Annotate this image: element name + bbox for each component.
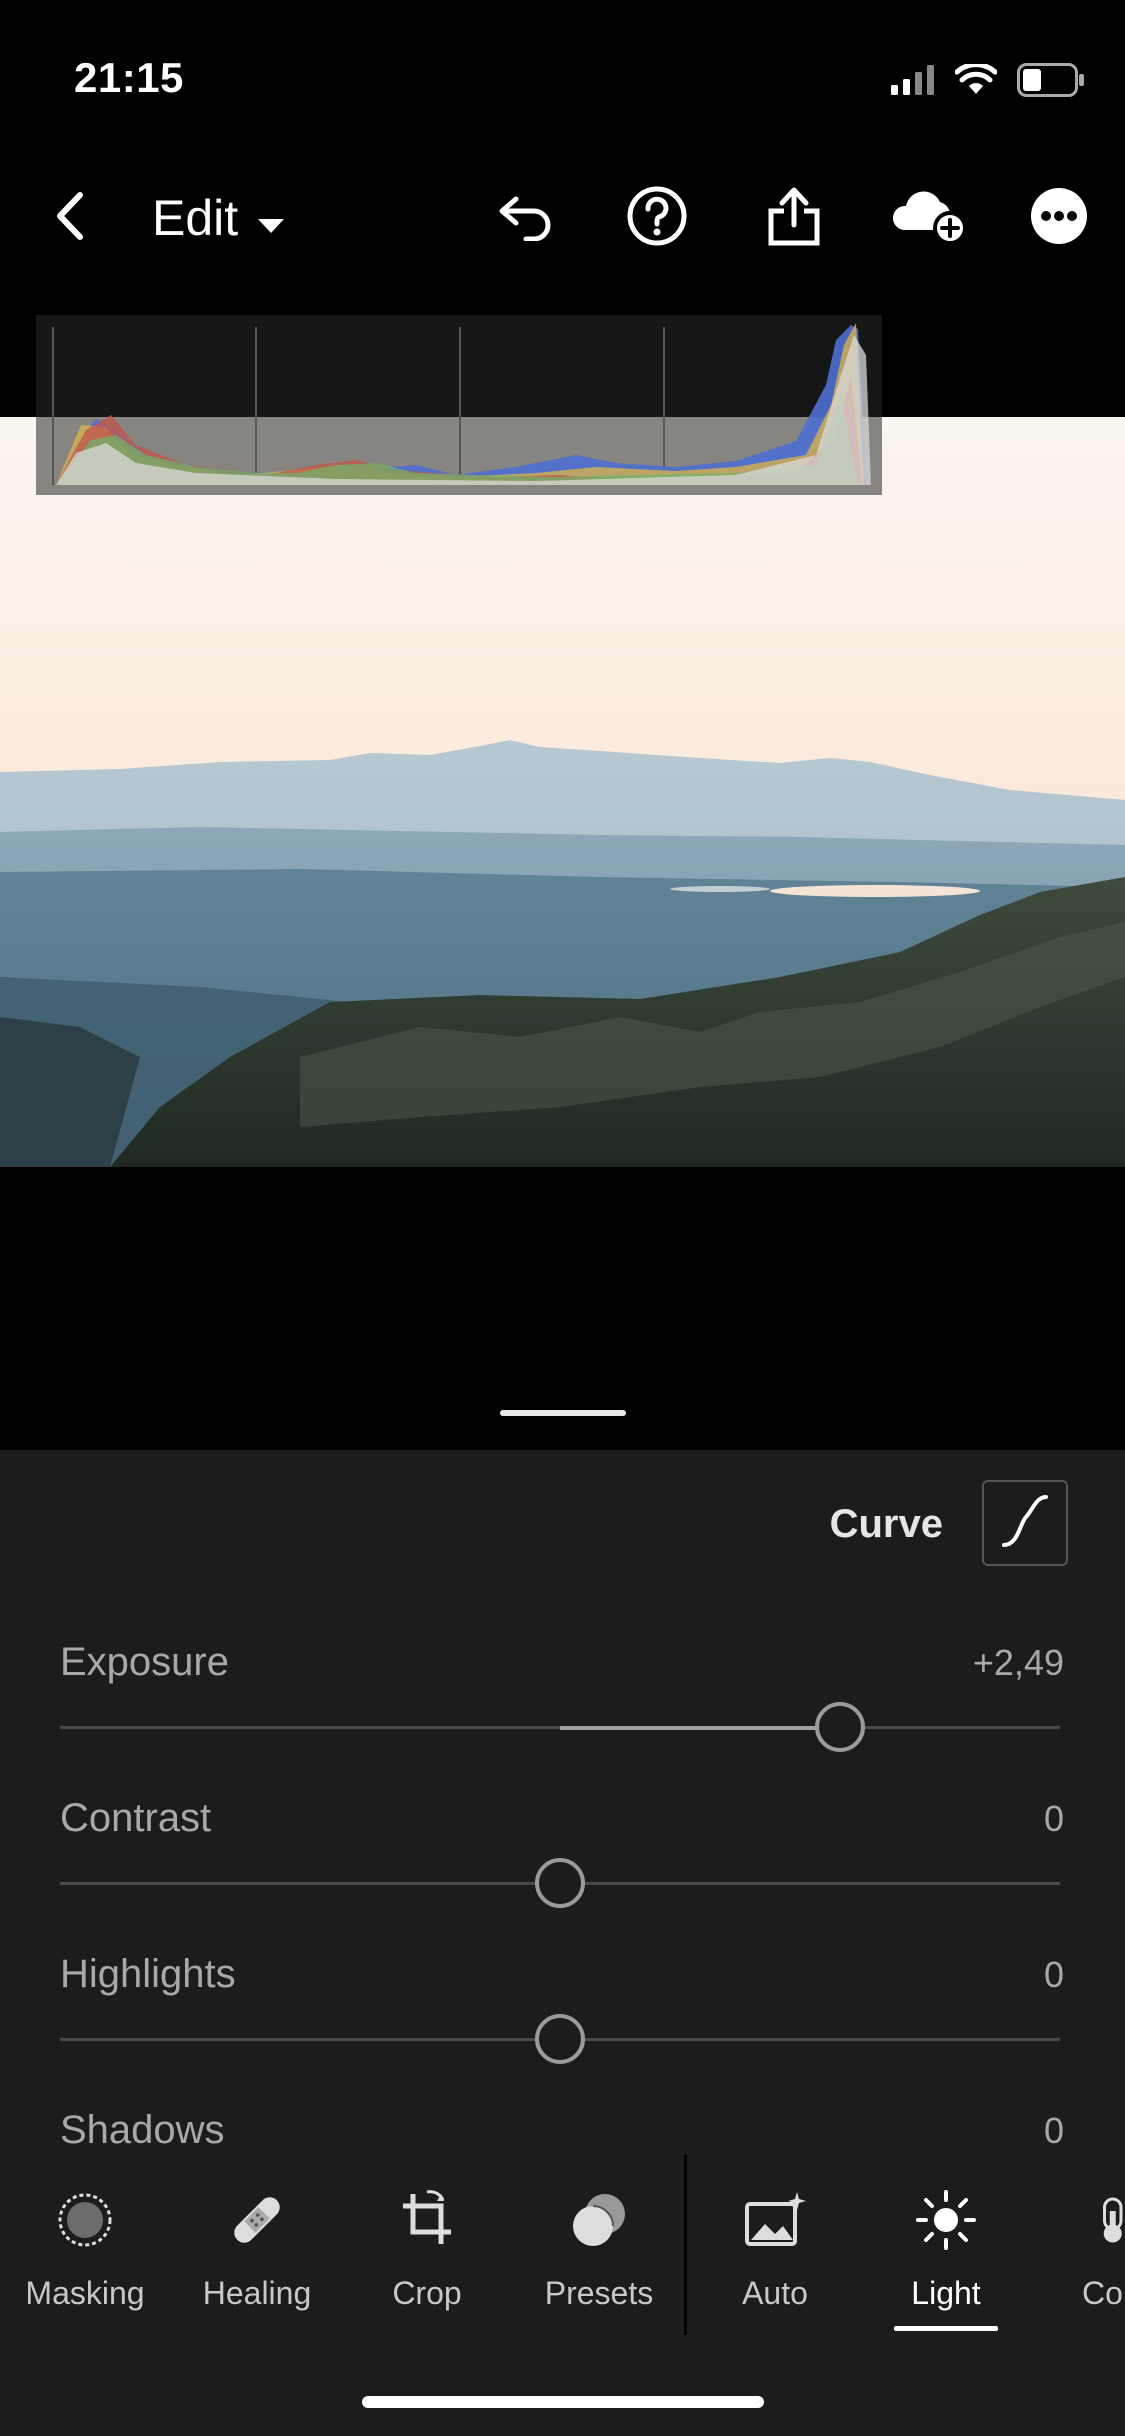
cellular-signal-icon: [891, 64, 935, 100]
slider-thumb[interactable]: [535, 2014, 585, 2064]
photo-canvas[interactable]: [0, 417, 1125, 1167]
slider-value[interactable]: 0: [1044, 2110, 1064, 2152]
undo-icon: [496, 191, 556, 246]
tool-label: Light: [911, 2275, 981, 2311]
wifi-icon: [954, 61, 998, 101]
chevron-left-icon: [52, 191, 88, 246]
crop-rotate-icon: [397, 2185, 457, 2255]
slider-thumb[interactable]: [535, 1858, 585, 1908]
slider-value[interactable]: +2,49: [973, 1642, 1064, 1684]
tool-label: Healing: [202, 2275, 312, 2311]
slider-label: Shadows: [60, 2108, 225, 2152]
auto-image-icon: [743, 2185, 807, 2255]
tool-light[interactable]: Light: [861, 2175, 1031, 2335]
status-icons: [891, 61, 1085, 102]
masking-icon: [55, 2185, 115, 2255]
tool-color[interactable]: Col: [1040, 2175, 1125, 2335]
help-icon: [626, 185, 688, 252]
histogram-graph: [52, 323, 871, 485]
landscape-photo: [0, 417, 1125, 1167]
presets-icon: [567, 2185, 631, 2255]
cloud-add-button[interactable]: [880, 170, 980, 266]
share-icon: [766, 185, 822, 252]
tool-label: Presets: [544, 2275, 654, 2311]
battery-icon: [1017, 62, 1085, 102]
slider-label: Highlights: [60, 1952, 236, 1996]
toolbar-divider: [684, 2155, 687, 2335]
tool-presets[interactable]: Presets: [514, 2175, 684, 2335]
status-time: 21:15: [74, 54, 184, 101]
edit-title: Edit: [152, 190, 239, 246]
tool-label: Masking: [25, 2275, 145, 2311]
more-button[interactable]: [1019, 170, 1099, 266]
slider-label: Contrast: [60, 1796, 212, 1840]
help-button[interactable]: [617, 170, 697, 266]
back-button[interactable]: [40, 170, 100, 266]
tool-healing[interactable]: Healing: [172, 2175, 342, 2335]
slider-thumb[interactable]: [815, 1702, 865, 1752]
histogram[interactable]: [36, 315, 882, 495]
panel-drag-handle[interactable]: [500, 1410, 626, 1416]
active-tool-indicator: [894, 2326, 998, 2331]
slider-label: Exposure: [60, 1640, 229, 1684]
tool-auto[interactable]: Auto: [690, 2175, 860, 2335]
top-bar: Edit: [0, 170, 1125, 266]
thermometer-icon: [1100, 2185, 1125, 2255]
caret-down-icon: [256, 189, 286, 247]
tone-curve-icon: [1000, 1493, 1050, 1554]
slider-value[interactable]: 0: [1044, 1798, 1064, 1840]
tool-masking[interactable]: Masking: [0, 2175, 170, 2335]
bandage-icon: [225, 2185, 289, 2255]
tool-crop[interactable]: Crop: [342, 2175, 512, 2335]
curve-label[interactable]: Curve: [830, 1502, 943, 1547]
tool-label: Col: [1082, 2275, 1125, 2311]
slider-value[interactable]: 0: [1044, 1954, 1064, 1996]
sun-icon: [914, 2185, 978, 2255]
tool-label: Auto: [742, 2275, 808, 2311]
cloud-add-icon: [890, 188, 970, 249]
tool-label: Crop: [392, 2275, 462, 2311]
home-indicator[interactable]: [362, 2396, 764, 2408]
more-icon: [1029, 186, 1089, 251]
curve-button[interactable]: [982, 1480, 1068, 1566]
undo-button[interactable]: [486, 170, 566, 266]
slider-fill: [560, 1725, 840, 1730]
edit-mode-dropdown[interactable]: Edit: [152, 170, 286, 266]
share-button[interactable]: [754, 170, 834, 266]
